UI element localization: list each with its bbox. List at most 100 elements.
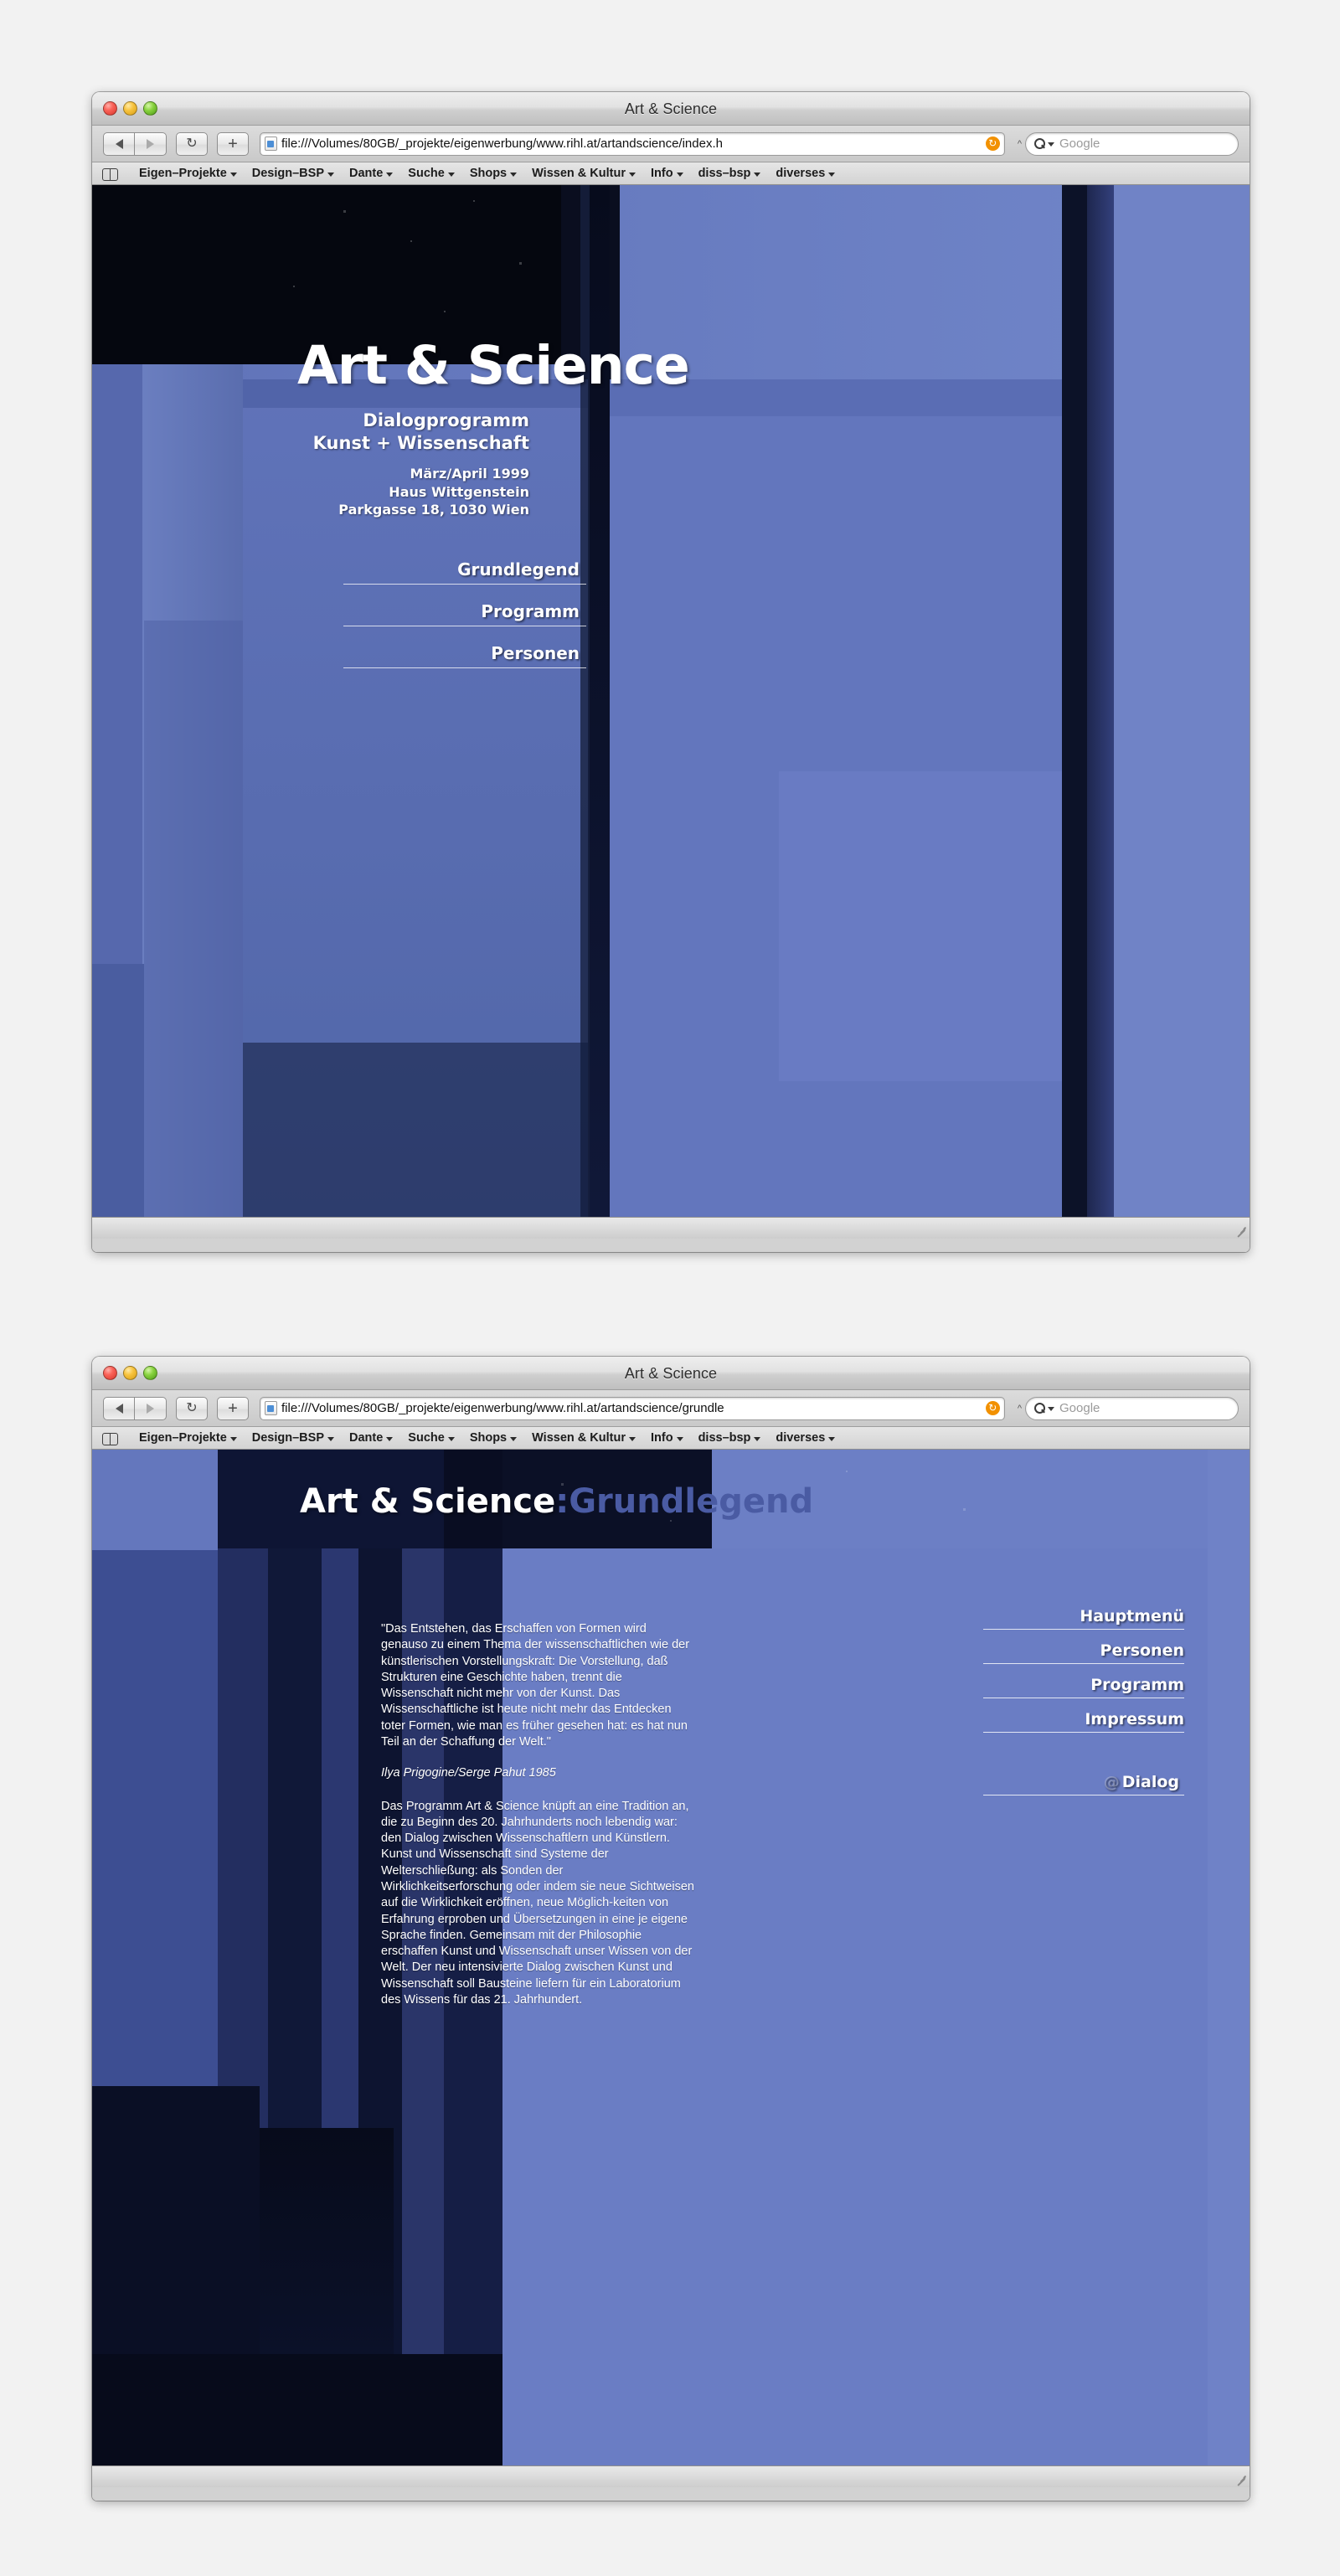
bookmark-label: Suche: [408, 1431, 445, 1445]
address-reload-icon[interactable]: ↻: [985, 1401, 1000, 1415]
forward-button[interactable]: [135, 131, 167, 156]
plus-icon: +: [228, 134, 238, 153]
bookmark-label: Design–BSP: [251, 1431, 324, 1445]
bookmark-shops[interactable]: Shops: [462, 167, 524, 180]
search-placeholder: Google: [1059, 1401, 1100, 1415]
address-bar[interactable]: file:///Volumes/80GB/_projekte/eigenwerb…: [260, 131, 1005, 156]
resize-grip-icon[interactable]: [1234, 2473, 1246, 2486]
bookmark-design-bsp[interactable]: Design–BSP: [245, 1431, 342, 1445]
reload-button[interactable]: ↻: [176, 131, 208, 156]
titlebar-2[interactable]: Art & Science: [92, 1357, 1250, 1390]
intro-paragraph: Das Programm Art & Science knüpft an ein…: [381, 1799, 694, 2007]
chevron-down-icon: [628, 172, 636, 177]
chevron-down-icon: [828, 172, 836, 177]
search-input[interactable]: Google: [1025, 1396, 1239, 1420]
bookmark-diss-bsp[interactable]: diss–bsp: [691, 1431, 769, 1445]
reload-button-group-1: ↻: [176, 131, 208, 156]
show-all-bookmarks-icon[interactable]: [102, 1432, 118, 1445]
bookmark-label: Eigen–Projekte: [139, 1431, 227, 1445]
bookmark-info[interactable]: Info: [643, 167, 691, 180]
nav-link-dialog[interactable]: @ Dialog: [983, 1773, 1184, 1795]
reload-icon: ↻: [186, 1400, 198, 1415]
bookmarks-bar-1: Eigen–Projekte Design–BSP Dante Suche Sh…: [92, 162, 1250, 185]
bookmark-suche[interactable]: Suche: [400, 1431, 462, 1445]
chevron-down-icon: [327, 172, 334, 177]
bookmark-design-bsp[interactable]: Design–BSP: [245, 167, 342, 180]
chevron-down-icon: [386, 172, 394, 177]
page-viewport-1: Art & Science Dialogprogramm Kunst + Wis…: [92, 185, 1250, 1217]
bookmark-label: Wissen & Kultur: [532, 167, 626, 180]
address-bar-value: file:///Volumes/80GB/_projekte/eigenwerb…: [281, 137, 723, 151]
bookmark-label: Eigen–Projekte: [139, 167, 227, 180]
search-dropdown-icon[interactable]: [1048, 1407, 1054, 1411]
search-icon: [1034, 138, 1045, 149]
search-dropdown-icon[interactable]: [1048, 142, 1054, 147]
search-placeholder: Google: [1059, 137, 1100, 151]
search-input[interactable]: Google: [1025, 131, 1239, 156]
chevron-down-icon: [828, 1436, 836, 1441]
address-bar-value: file:///Volumes/80GB/_projekte/eigenwerb…: [281, 1401, 724, 1415]
site-content-2: Art & Science:Grundlegend "Das Entstehen…: [92, 1450, 1250, 2465]
bookmark-diverses[interactable]: diverses: [768, 1431, 843, 1445]
bookmark-dante[interactable]: Dante: [342, 1431, 400, 1445]
page-viewport-2: Art & Science:Grundlegend "Das Entstehen…: [92, 1450, 1250, 2465]
bookmark-label: Shops: [469, 167, 508, 180]
bookmark-shops[interactable]: Shops: [462, 1431, 524, 1445]
titlebar-1[interactable]: Art & Science: [92, 92, 1250, 126]
add-button-group-1: +: [217, 131, 249, 156]
nav-link-personen[interactable]: Personen: [343, 643, 586, 668]
nav-button-group-1: [103, 131, 167, 156]
window-title: Art & Science: [624, 1365, 718, 1382]
resize-grip-icon[interactable]: [1234, 1224, 1246, 1238]
statusbar-1: [92, 1217, 1250, 1239]
bookmark-eigen-projekte[interactable]: Eigen–Projekte: [131, 167, 245, 180]
bookmark-diss-bsp[interactable]: diss–bsp: [691, 167, 769, 180]
add-button-group-2: +: [217, 1396, 249, 1420]
browser-window-2[interactable]: Art & Science ↻ + file:///Volumes/80GB/_…: [92, 1357, 1250, 2501]
nav-button-group-2: [103, 1396, 167, 1420]
address-bar[interactable]: file:///Volumes/80GB/_projekte/eigenwerb…: [260, 1396, 1005, 1420]
chevron-down-icon: [510, 1436, 518, 1441]
back-button[interactable]: [103, 131, 135, 156]
address-reload-icon[interactable]: ↻: [985, 137, 1000, 151]
bookmark-label: Dante: [349, 167, 384, 180]
plus-icon: +: [228, 1399, 238, 1418]
bookmark-label: diverses: [776, 167, 826, 180]
bookmark-info[interactable]: Info: [643, 1431, 691, 1445]
quote-citation: Ilya Prigogine/Serge Pahut 1985: [381, 1766, 556, 1780]
toolbar-2: ↻ + file:///Volumes/80GB/_projekte/eigen…: [92, 1390, 1250, 1427]
site-content-1: Art & Science Dialogprogramm Kunst + Wis…: [92, 185, 1250, 1217]
nav-link-programm[interactable]: Programm: [983, 1676, 1184, 1698]
show-all-bookmarks-icon[interactable]: [102, 167, 118, 181]
chevron-down-icon: [386, 1436, 394, 1441]
chevron-down-icon: [676, 1436, 683, 1441]
event-info: März/April 1999 Haus Wittgenstein Parkga…: [236, 465, 529, 519]
page-subtitle: Dialogprogramm Kunst + Wissenschaft: [236, 410, 529, 455]
autofill-caret-icon[interactable]: ^: [1018, 1404, 1022, 1414]
page-document-icon: [265, 137, 277, 151]
bookmark-label: diverses: [776, 1431, 826, 1445]
nav-link-grundlegend[interactable]: Grundlegend: [343, 559, 586, 585]
bookmark-wissen-kultur[interactable]: Wissen & Kultur: [524, 167, 643, 180]
forward-button[interactable]: [135, 1396, 167, 1420]
back-button[interactable]: [103, 1396, 135, 1420]
bookmark-eigen-projekte[interactable]: Eigen–Projekte: [131, 1431, 245, 1445]
back-arrow-icon: [115, 1403, 123, 1414]
add-bookmark-button[interactable]: +: [217, 1396, 249, 1420]
nav-link-personen[interactable]: Personen: [983, 1641, 1184, 1664]
browser-window-1[interactable]: Art & Science ↻ + file:///Volumes/80GB/_…: [92, 92, 1250, 1252]
nav-link-hauptmenu[interactable]: Hauptmenü: [983, 1607, 1184, 1630]
reload-button[interactable]: ↻: [176, 1396, 208, 1420]
bookmark-dante[interactable]: Dante: [342, 167, 400, 180]
bookmark-diverses[interactable]: diverses: [768, 167, 843, 180]
add-bookmark-button[interactable]: +: [217, 131, 249, 156]
nav-link-programm[interactable]: Programm: [343, 601, 586, 626]
nav-link-impressum[interactable]: Impressum: [983, 1710, 1184, 1733]
chevron-down-icon: [754, 1436, 761, 1441]
bookmark-label: Dante: [349, 1431, 384, 1445]
bookmark-wissen-kultur[interactable]: Wissen & Kultur: [524, 1431, 643, 1445]
bookmark-suche[interactable]: Suche: [400, 167, 462, 180]
autofill-caret-icon[interactable]: ^: [1018, 139, 1022, 149]
main-nav-1: Grundlegend Programm Personen: [343, 559, 586, 685]
page-title: Art & Science: [297, 335, 690, 396]
